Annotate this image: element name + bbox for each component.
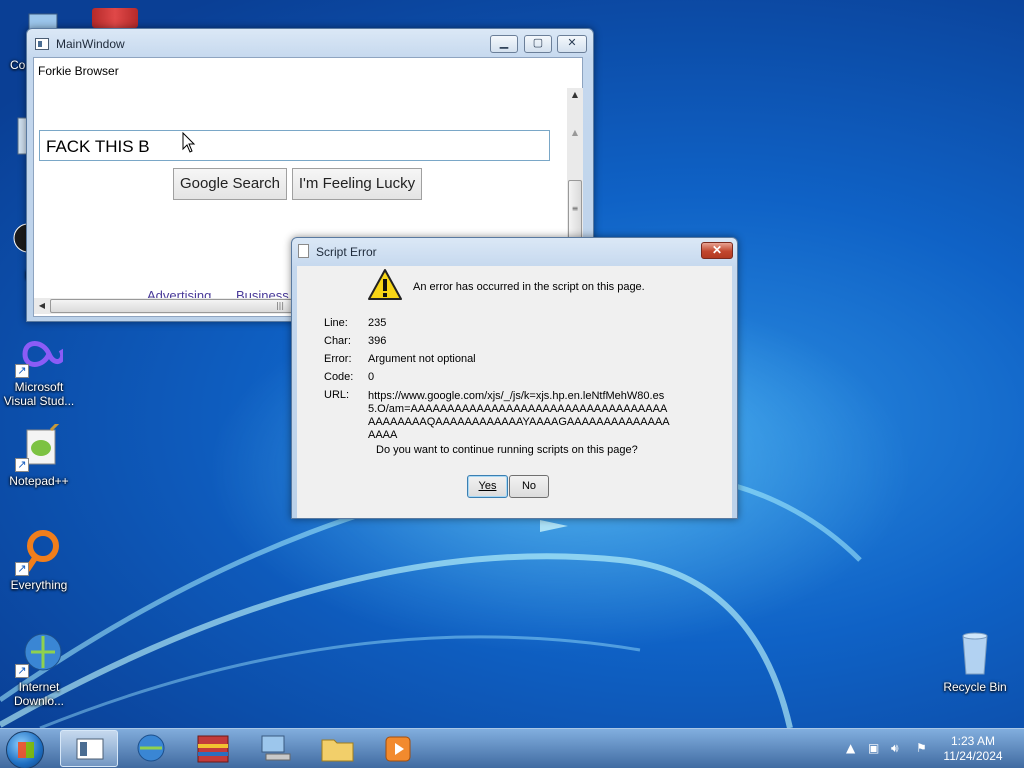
desktop-icon-label: Notepad++ — [9, 474, 69, 488]
desktop-icon-internet-download-manager[interactable]: ↗ Internet Downlo... — [2, 630, 76, 708]
file-explorer-icon — [321, 739, 354, 762]
taskbar-item-media[interactable] — [370, 730, 428, 767]
mainwindow-app-icon — [76, 738, 104, 760]
script-error-dialog: Script Error ✕ An error has occurred in … — [291, 237, 738, 519]
main-window-titlebar[interactable]: MainWindow ▁ ▢ ✕ — [27, 29, 593, 57]
visual-studio-icon: ↗ — [15, 330, 65, 378]
network-tray-icon[interactable]: ▣ — [868, 741, 879, 755]
network-computer-icon — [261, 735, 291, 761]
everything-search-icon: ↗ — [15, 528, 63, 576]
shortcut-arrow-icon: ↗ — [15, 458, 29, 472]
desktop-icon-notepad-plus-plus[interactable]: ↗ Notepad++ — [2, 418, 76, 488]
line-label: Line: — [324, 317, 348, 329]
desktop-icon-visual-studio[interactable]: ↗ Microsoft Visual Stud... — [2, 330, 76, 408]
clock-time: 1:23 AM — [950, 734, 996, 748]
vertical-scroll-thumb[interactable]: ≡ — [568, 180, 582, 240]
maximize-button[interactable]: ▢ — [524, 35, 552, 53]
google-search-button[interactable]: Google Search — [173, 168, 287, 200]
mouse-cursor-icon — [182, 132, 196, 153]
error-value: Argument not optional — [368, 353, 476, 365]
url-value: https://www.google.com/xjs/_/js/k=xjs.hp… — [368, 390, 670, 441]
winrar-icon — [197, 735, 229, 763]
error-message: An error has occurred in the script on t… — [413, 281, 645, 293]
code-value: 0 — [368, 371, 375, 383]
document-icon — [298, 244, 309, 258]
code-label: Code: — [324, 371, 354, 383]
internet-download-manager-icon: ↗ — [15, 630, 63, 678]
scroll-up-arrow-icon[interactable]: ▲ — [567, 88, 583, 102]
window-title: MainWindow — [56, 37, 125, 51]
scroll-left-arrow-icon[interactable]: ◀ — [34, 298, 50, 314]
show-hidden-icons-icon[interactable]: ▲ — [846, 741, 855, 755]
taskbar-item-winrar[interactable] — [184, 730, 242, 767]
start-button[interactable] — [6, 731, 44, 768]
taskbar: ▲ ▣ 🔊︎ ⚑ 1:23 AM 11/24/2024 — [0, 728, 1024, 768]
volume-icon[interactable]: 🔊︎ — [891, 741, 899, 756]
dialog-close-button[interactable]: ✕ — [701, 242, 733, 259]
taskbar-item-mainwindow[interactable] — [60, 730, 118, 767]
search-input[interactable]: FACK THIS B — [39, 130, 550, 161]
desktop-icon-label: Microsoft Visual Stud... — [3, 380, 75, 408]
close-button[interactable]: ✕ — [557, 35, 587, 53]
media-player-icon — [385, 736, 411, 762]
dialog-titlebar[interactable]: Script Error ✕ — [292, 238, 737, 266]
minimize-button[interactable]: ▁ — [490, 35, 518, 53]
desktop-icon-everything[interactable]: ↗ Everything — [2, 528, 76, 592]
clock-date: 11/24/2024 — [943, 749, 1003, 763]
desktop-icon-label: Recycle Bin — [943, 680, 1007, 694]
shortcut-arrow-icon: ↗ — [15, 562, 29, 576]
shortcut-arrow-icon: ↗ — [15, 664, 29, 678]
char-label: Char: — [324, 335, 351, 347]
taskbar-clock[interactable]: 1:23 AM 11/24/2024 — [938, 734, 1008, 764]
line-value: 235 — [368, 317, 387, 329]
url-label: URL: — [324, 389, 350, 401]
scroll-up-arrow-icon[interactable]: ▲ — [567, 126, 583, 140]
winrar-desktop-icon[interactable] — [92, 8, 138, 28]
desktop-icon-label: Everything — [10, 578, 68, 592]
dialog-body: An error has occurred in the script on t… — [297, 266, 732, 518]
continue-question: Do you want to continue running scripts … — [376, 444, 638, 456]
yes-button[interactable]: Yes — [467, 475, 508, 498]
taskbar-item-network[interactable] — [246, 730, 304, 767]
warning-icon — [368, 269, 402, 300]
dialog-title: Script Error — [316, 245, 377, 259]
recycle-bin-icon — [951, 630, 999, 678]
app-label: Forkie Browser — [38, 64, 119, 78]
taskbar-item-explorer[interactable] — [308, 730, 366, 767]
taskbar-item-idm[interactable] — [122, 730, 180, 767]
desktop-icon-label: Internet Downlo... — [13, 680, 65, 708]
desktop-icon-recycle-bin[interactable]: Recycle Bin — [938, 630, 1012, 694]
feeling-lucky-button[interactable]: I'm Feeling Lucky — [292, 168, 422, 200]
notepad-plus-plus-icon: ↗ — [15, 418, 63, 472]
action-center-flag-icon[interactable]: ⚑ — [916, 741, 927, 755]
shortcut-arrow-icon: ↗ — [15, 364, 29, 378]
window-app-icon — [35, 38, 49, 50]
no-button[interactable]: No — [509, 475, 549, 498]
internet-download-manager-icon — [137, 734, 165, 762]
char-value: 396 — [368, 335, 387, 347]
error-label: Error: — [324, 353, 352, 365]
